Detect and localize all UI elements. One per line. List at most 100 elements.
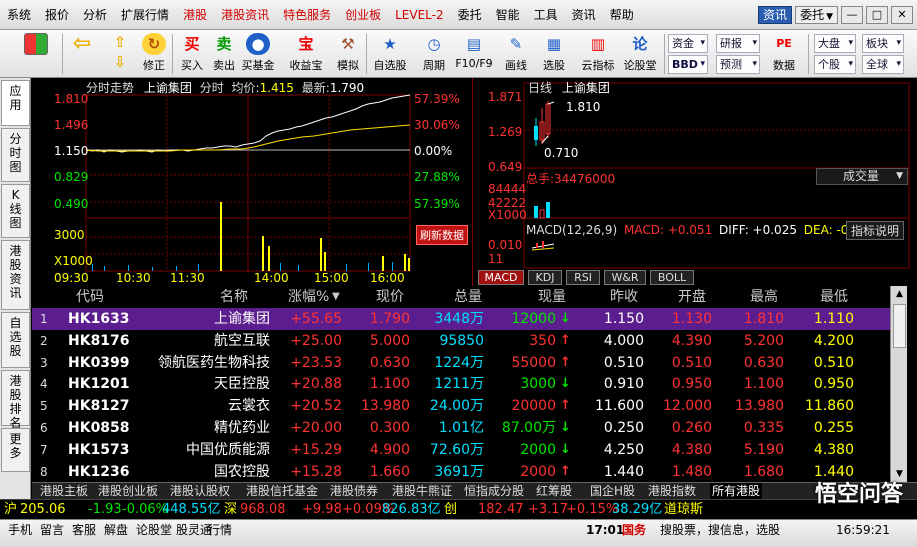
menu-item[interactable]: 港股 [176,6,214,23]
back-button[interactable]: ⇦ [66,32,98,76]
column-header-open[interactable]: 开盘 [678,286,706,308]
close-icon[interactable]: ✕ [891,6,913,24]
info-button[interactable]: 资讯 [758,6,793,24]
stock-pick-button[interactable]: ▦ 选股 [538,32,570,76]
stock-search-field[interactable]: 搜股票，搜信息，选股 [660,520,780,540]
menu-item[interactable]: 委托 [451,6,489,23]
trade-dropdown[interactable]: 委托 ▼ [795,6,838,24]
f10-button[interactable]: ▤ F10/F9 [455,32,492,76]
maximize-icon[interactable]: □ [866,6,888,24]
status-item[interactable]: 客服 [72,520,96,540]
table-row[interactable]: 5 HK8127 云裳衣 +20.52 13.980 24.00万 20000 ↑ 11.600… [32,395,890,417]
menu-item[interactable]: 创业板 [338,6,388,23]
sheet-tab[interactable]: 港股债券 [328,483,380,500]
sheet-tab[interactable]: 港股牛熊证 [390,483,454,500]
table-row[interactable]: 7 HK1573 中国优质能源 +15.29 4.900 72.60万 2000 ↓ 4.250… [32,439,890,461]
data-button[interactable]: PE 数据 [768,32,800,76]
indicator-tab[interactable]: RSI [566,270,600,285]
yield-treasure-button[interactable]: 宝 收益宝 [290,32,323,76]
minimize-icon[interactable]: — [841,6,863,24]
indicator-tab[interactable]: KDJ [528,270,562,285]
column-header-name[interactable]: 名称 [220,286,248,308]
menu-item[interactable]: 帮助 [603,6,641,23]
research-dropdown[interactable]: 研报 [716,34,760,53]
menu-item[interactable]: 港股资讯 [214,6,276,23]
draw-line-button[interactable]: ✎ 画线 [500,32,532,76]
column-header-prev[interactable]: 昨收 [610,286,638,308]
menu-item[interactable]: 智能 [489,6,527,23]
menu-item[interactable]: 报价 [38,6,76,23]
stock-dropdown[interactable]: 个股 [814,55,856,74]
refresh-data-button[interactable]: 刷新数据 [416,225,468,245]
scroll-up-icon[interactable]: ▲ [891,286,908,302]
status-item[interactable]: 股灵通 [176,520,212,540]
page-up-button[interactable]: ⇧ ⇩ [106,32,134,76]
forum-button[interactable]: 论 论股堂 [624,32,657,76]
global-dropdown[interactable]: 全球 [862,55,904,74]
column-header-code[interactable]: 代码 [76,286,104,308]
table-row[interactable]: 1 HK1633 上谕集团 +55.65 1.790 3448万 12000 ↓ 1.150 1.… [32,308,890,330]
column-header-low[interactable]: 最低 [820,286,848,308]
sheet-tab[interactable]: 所有港股 [710,483,763,500]
column-header-chg[interactable]: 涨幅% [288,286,329,308]
left-tab[interactable]: 更多 [1,428,30,472]
self-select-button[interactable]: ★ 自选股 [374,32,407,76]
modify-button[interactable]: ↻ 修正 [138,32,170,76]
status-item[interactable]: 论股堂 [136,520,172,540]
sheet-tab[interactable]: 国企H股 [588,483,637,500]
status-item[interactable]: 手机 [8,520,32,540]
sheet-tab[interactable]: 港股主板 [38,483,90,500]
menu-item[interactable]: 系统 [0,6,38,23]
buy-fund-button[interactable]: ● 买基金 [242,32,275,76]
scroll-thumb[interactable] [893,304,906,348]
indicator-tab[interactable]: MACD [478,270,524,285]
cloud-indicator-button[interactable]: ▥ 云指标 [582,32,615,76]
forecast-dropdown[interactable]: 预测 [716,55,760,74]
indicator-tab[interactable]: W&R [604,270,646,285]
status-item[interactable]: 行情 [208,520,232,540]
indicator-tab[interactable]: BOLL [650,270,694,285]
table-row[interactable]: 3 HK0399 领航医药生物科技 +23.53 0.630 1224万 55000 ↑ 0.5… [32,352,890,374]
table-row[interactable]: 8 HK1236 国农控股 +15.28 1.660 3691万 2000 ↑ 1.440 1.4… [32,461,890,483]
menu-item[interactable]: 分析 [76,6,114,23]
sheet-tab[interactable]: 恒指成分股 [462,483,526,500]
menu-item[interactable]: 资讯 [565,6,603,23]
table-row[interactable]: 6 HK0858 精优药业 +20.00 0.300 1.01亿 87.00万 ↓ 0.250 0… [32,417,890,439]
menu-item[interactable]: LEVEL-2 [388,8,451,22]
column-header-cur[interactable]: 现量 [538,286,566,308]
table-row[interactable]: 2 HK8176 航空互联 +25.00 5.000 95850 350 ↑ 4.000 4.39… [32,330,890,352]
sheet-tab[interactable]: 港股创业板 [96,483,160,500]
menu-item[interactable]: 工具 [527,6,565,23]
period-button[interactable]: ◷ 周期 [418,32,450,76]
indicator-info-button[interactable]: 指标说明 [846,221,905,240]
left-tab[interactable]: 应用 [1,80,30,126]
total-volume: 1211万 [434,376,484,393]
sheet-tab[interactable]: 港股指数 [646,483,698,500]
layout-button[interactable] [20,32,52,76]
bbd-button[interactable]: BBD [668,55,708,74]
dapan-dropdown[interactable]: 大盘 [814,34,856,53]
table-scrollbar[interactable]: ▲ ▼ [890,286,907,482]
table-row[interactable]: 4 HK1201 天臣控股 +20.88 1.100 1211万 3000 ↓ 0.910 0.9… [32,373,890,395]
left-tab[interactable]: 港股排名 [1,370,30,430]
status-item[interactable]: 留言 [40,520,64,540]
left-tab[interactable]: 港股资讯 [1,240,30,310]
menu-item[interactable]: 特色服务 [276,6,338,23]
sector-dropdown[interactable]: 板块 [862,34,904,53]
sheet-tab[interactable]: 港股信托基金 [244,483,320,500]
column-header-high[interactable]: 最高 [750,286,778,308]
funds-dropdown[interactable]: 资金 [668,34,708,53]
sort-desc-icon[interactable]: ▼ [332,286,340,308]
column-header-price[interactable]: 现价 [376,286,404,308]
intraday-x-tick: 14:00 [254,271,289,285]
sheet-tab[interactable]: 红筹股 [534,483,574,500]
simulate-button[interactable]: ⚒ 模拟 [332,32,364,76]
status-item[interactable]: 解盘 [104,520,128,540]
left-tab[interactable]: 分时图 [1,128,30,182]
sheet-tab[interactable]: 港股认股权 [168,483,232,500]
left-tab[interactable]: 自选股 [1,312,30,368]
menu-item[interactable]: 扩展行情 [114,6,176,23]
column-header-vol[interactable]: 总量 [454,286,482,308]
volume-dropdown[interactable]: 成交量 ▼ [816,168,908,185]
left-tab[interactable]: K线图 [1,184,30,238]
